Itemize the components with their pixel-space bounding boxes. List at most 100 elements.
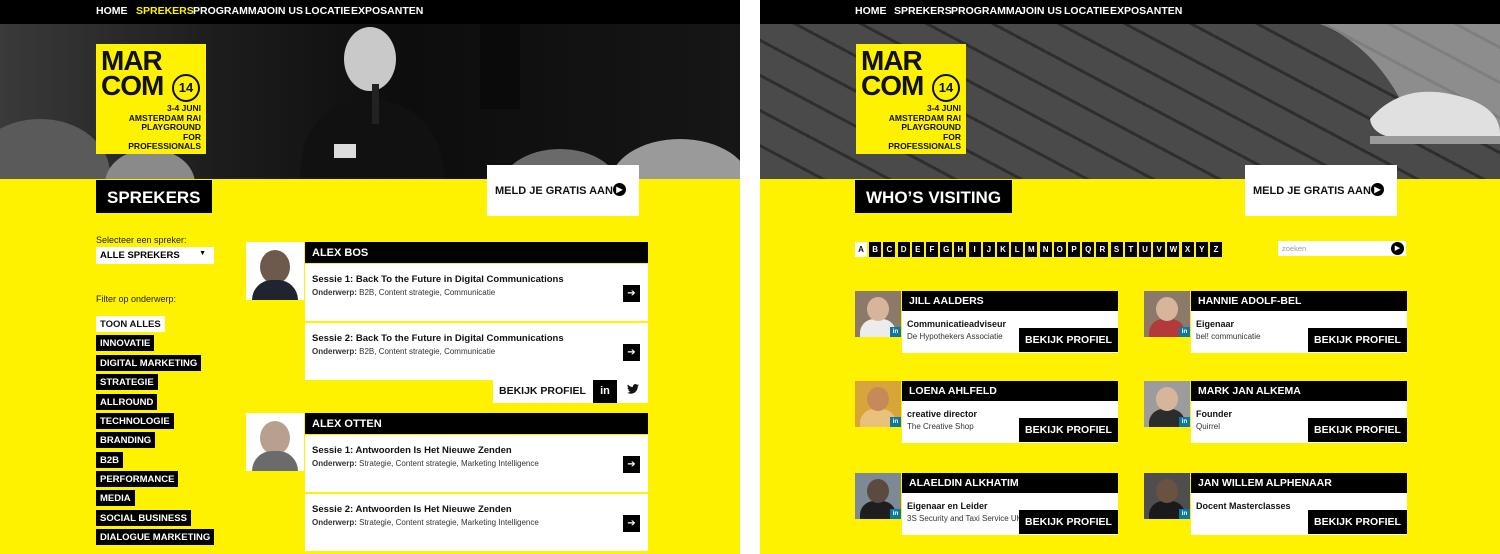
arrow-right-icon[interactable]: ➔ (623, 515, 640, 532)
speaker-name[interactable]: ALEX BOS (305, 242, 648, 263)
letter-filter-s[interactable]: S (1110, 242, 1123, 257)
linkedin-icon[interactable]: in (1179, 509, 1190, 519)
linkedin-icon[interactable]: in (890, 327, 901, 337)
view-profile-link[interactable]: BEKIJK PROFIEL (499, 385, 586, 397)
nav-sprekers[interactable]: SPREKERS (894, 5, 952, 17)
view-profile-button[interactable]: BEKIJK PROFIEL (1019, 328, 1118, 352)
visitor-name[interactable]: JILL AALDERS (902, 291, 1118, 311)
nav-home[interactable]: HOME (96, 5, 128, 17)
letter-filter-q[interactable]: Q (1082, 242, 1095, 257)
register-label: MELD JE GRATIS AAN (1253, 185, 1371, 197)
letter-filter-v[interactable]: V (1153, 242, 1166, 257)
linkedin-icon[interactable]: in (890, 417, 901, 427)
letter-filter-d[interactable]: D (897, 242, 910, 257)
arrow-right-icon[interactable]: ➔ (623, 344, 640, 361)
session-item[interactable]: Sessie 2: Antwoorden Is Het Nieuwe Zende… (305, 494, 648, 551)
session-item[interactable]: Sessie 2: Back To the Future in Digital … (305, 323, 648, 380)
letter-filter-e[interactable]: E (911, 242, 924, 257)
letter-filter-h[interactable]: H (954, 242, 967, 257)
nav-programma[interactable]: PROGRAMMA (193, 5, 264, 17)
marcom-logo[interactable]: MAR COM 14 3-4 JUNI AMSTERDAM RAI PLAYGR… (96, 44, 206, 154)
view-profile-button[interactable]: BEKIJK PROFIEL (1019, 418, 1118, 442)
nav-sprekers[interactable]: SPREKERS (136, 5, 194, 17)
view-profile-button[interactable]: BEKIJK PROFIEL (1019, 510, 1118, 534)
linkedin-icon[interactable]: in (1179, 417, 1190, 427)
visitor-organisation: The Creative Shop (907, 422, 974, 431)
letter-filter-n[interactable]: N (1039, 242, 1052, 257)
nav-exposanten[interactable]: EXPOSANTEN (351, 5, 423, 17)
letter-filter-c[interactable]: C (883, 242, 896, 257)
filter-toon-alles[interactable]: TOON ALLES (96, 316, 165, 332)
letter-filter-i[interactable]: I (968, 242, 981, 257)
nav-programma[interactable]: PROGRAMMA (951, 5, 1022, 17)
speakers-page: HOME SPREKERS PROGRAMMA JOIN US LOCATIE … (0, 0, 740, 554)
letter-filter-g[interactable]: G (940, 242, 953, 257)
arrow-right-icon[interactable]: ➔ (623, 285, 640, 302)
filter-technologie[interactable]: TECHNOLOGIE (96, 413, 174, 429)
nav-locatie[interactable]: LOCATIE (1064, 5, 1109, 17)
letter-filter-k[interactable]: K (997, 242, 1009, 257)
filter-allround[interactable]: ALLROUND (96, 394, 158, 410)
nav-locatie[interactable]: LOCATIE (305, 5, 350, 17)
session-item[interactable]: Sessie 1: Antwoorden Is Het Nieuwe Zende… (305, 435, 648, 492)
letter-filter-w[interactable]: W (1167, 242, 1180, 257)
linkedin-icon[interactable]: in (1179, 327, 1190, 337)
twitter-icon[interactable] (621, 380, 645, 403)
filter-digital-marketing[interactable]: DIGITAL MARKETING (96, 355, 202, 371)
visitor-card: in LOENA AHLFELD creative director The C… (855, 381, 1118, 443)
nav-join-us[interactable]: JOIN US (1020, 5, 1062, 17)
letter-filter-o[interactable]: O (1053, 242, 1066, 257)
speaker-avatar[interactable] (246, 413, 304, 471)
view-profile-button[interactable]: BEKIJK PROFIEL (1308, 510, 1407, 534)
filter-label: Filter op onderwerp: (96, 294, 177, 304)
nav-exposanten[interactable]: EXPOSANTEN (1110, 5, 1182, 17)
visitor-role: Communicatieadviseur (907, 319, 1007, 329)
register-button[interactable]: MELD JE GRATIS AAN ▶ (487, 165, 639, 216)
nav-join-us[interactable]: JOIN US (261, 5, 303, 17)
letter-filter-u[interactable]: U (1139, 242, 1151, 257)
visitor-name[interactable]: LOENA AHLFELD (902, 381, 1118, 401)
letter-filter-p[interactable]: P (1068, 242, 1080, 257)
linkedin-icon[interactable]: in (890, 509, 901, 519)
arrow-right-icon[interactable]: ➔ (623, 456, 640, 473)
letter-filter-r[interactable]: R (1096, 242, 1109, 257)
letter-filter-m[interactable]: M (1025, 242, 1038, 257)
letter-filter-j[interactable]: J (982, 242, 995, 257)
filter-strategie[interactable]: STRATEGIE (96, 374, 158, 390)
filter-dialogue-marketing[interactable]: DIALOGUE MARKETING (96, 529, 215, 545)
letter-filter-f[interactable]: F (926, 242, 938, 257)
visitor-name[interactable]: ALAELDIN ALKHATIM (902, 473, 1118, 493)
filter-performance[interactable]: PERFORMANCE (96, 471, 179, 487)
view-profile-button[interactable]: BEKIJK PROFIEL (1308, 418, 1407, 442)
speaker-avatar[interactable] (246, 242, 304, 300)
session-item[interactable]: Sessie 1: Back To the Future in Digital … (305, 264, 648, 321)
letter-filter-z[interactable]: Z (1210, 242, 1222, 257)
visitor-role: Eigenaar (1196, 319, 1235, 329)
search-arrow-icon[interactable]: ▶ (1391, 242, 1404, 255)
filter-social-business[interactable]: SOCIAL BUSINESS (96, 510, 191, 526)
letter-filter-b[interactable]: B (869, 242, 882, 257)
marcom-logo[interactable]: MAR COM 14 3-4 JUNI AMSTERDAM RAI PLAYGR… (856, 44, 966, 154)
visitor-name[interactable]: MARK JAN ALKEMA (1191, 381, 1407, 401)
filter-b2b[interactable]: B2B (96, 452, 124, 468)
letter-filter-y[interactable]: Y (1195, 242, 1208, 257)
register-button[interactable]: MELD JE GRATIS AAN ▶ (1245, 165, 1397, 216)
filter-media[interactable]: MEDIA (96, 490, 135, 506)
visitor-name[interactable]: HANNIE ADOLF-BEL (1191, 291, 1407, 311)
speaker-select-value: ALLE SPREKERS (100, 250, 180, 261)
view-profile-button[interactable]: BEKIJK PROFIEL (1308, 328, 1407, 352)
filter-branding[interactable]: BRANDING (96, 432, 156, 448)
filter-innovatie[interactable]: INNOVATIE (96, 335, 155, 351)
search-input[interactable]: zoeken ▶ (1278, 241, 1406, 256)
letter-filter-l[interactable]: L (1011, 242, 1024, 257)
hero-image: MAR COM 14 3-4 JUNI AMSTERDAM RAI PLAYGR… (760, 24, 1500, 179)
speaker-name[interactable]: ALEX OTTEN (305, 413, 648, 434)
letter-filter-x[interactable]: X (1181, 242, 1194, 257)
letter-filter-a[interactable]: A (855, 242, 867, 257)
nav-home[interactable]: HOME (855, 5, 887, 17)
letter-filter-t[interactable]: T (1124, 242, 1137, 257)
speaker-select[interactable]: ALLE SPREKERS ▼ (96, 247, 214, 264)
visitor-name[interactable]: JAN WILLEM ALPHENAAR (1191, 473, 1407, 493)
session-title: Sessie 2: Antwoorden Is Het Nieuwe Zende… (312, 504, 512, 515)
linkedin-icon[interactable]: in (593, 380, 617, 403)
